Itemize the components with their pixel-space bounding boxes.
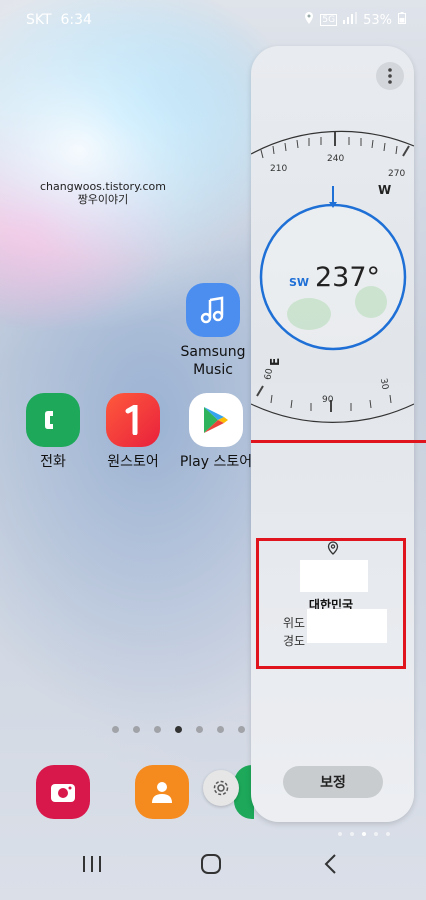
location-icon bbox=[304, 12, 314, 28]
page-dot[interactable] bbox=[238, 726, 245, 733]
music-note-icon bbox=[186, 283, 240, 337]
dial-label-210: 210 bbox=[270, 164, 287, 174]
playstore-icon bbox=[189, 393, 243, 447]
home-icon[interactable] bbox=[191, 844, 231, 884]
navigation-bar bbox=[0, 832, 426, 900]
app-onestore[interactable]: 원스토어 bbox=[96, 393, 170, 471]
dial-label-30: 30 bbox=[378, 378, 390, 391]
page-dot-active[interactable] bbox=[175, 726, 182, 733]
dial-label-240: 240 bbox=[327, 154, 344, 164]
direction-label: SW bbox=[289, 276, 309, 289]
status-right: 5G 53% bbox=[304, 12, 406, 28]
battery-icon bbox=[398, 12, 406, 28]
page-indicator bbox=[112, 726, 245, 733]
phone-icon bbox=[26, 393, 80, 447]
recents-icon[interactable] bbox=[72, 844, 112, 884]
cardinal-e: E bbox=[268, 358, 282, 366]
back-icon[interactable] bbox=[310, 844, 350, 884]
heading-value: 237° bbox=[315, 262, 380, 293]
compass-dial: 210 240 270 W 60 90 30 E SW 237° bbox=[251, 130, 414, 423]
highlight-line bbox=[251, 440, 426, 443]
gear-icon[interactable] bbox=[203, 770, 239, 806]
app-phone[interactable]: 전화 bbox=[16, 393, 90, 471]
page-dot[interactable] bbox=[112, 726, 119, 733]
status-bar: SKT 6:34 5G 53% bbox=[0, 0, 426, 40]
camera-app-icon[interactable] bbox=[36, 765, 90, 819]
dial-label-60: 60 bbox=[263, 368, 275, 381]
page-dot[interactable] bbox=[217, 726, 224, 733]
page-dot[interactable] bbox=[133, 726, 140, 733]
page-dot[interactable] bbox=[154, 726, 161, 733]
5g-icon: 5G bbox=[320, 14, 338, 26]
dial-label-90: 90 bbox=[322, 395, 334, 405]
calibrate-button[interactable]: 보정 bbox=[283, 766, 383, 798]
app-label: 전화 bbox=[40, 454, 66, 470]
signal-icon bbox=[343, 12, 358, 28]
highlight-box bbox=[256, 538, 406, 669]
contacts-app-icon[interactable] bbox=[135, 765, 189, 819]
app-label: Samsung Music bbox=[180, 344, 246, 378]
status-carrier-time: SKT 6:34 bbox=[26, 12, 92, 28]
dial-label-270: 270 bbox=[388, 169, 405, 179]
cardinal-w: W bbox=[378, 183, 391, 197]
page-dot[interactable] bbox=[196, 726, 203, 733]
app-playstore[interactable]: Play 스토어 bbox=[176, 393, 256, 471]
app-samsung-music[interactable]: Samsung Music bbox=[176, 283, 250, 379]
battery-percent: 53% bbox=[363, 12, 392, 28]
watermark: changwoos.tistory.com 짱우이야기 bbox=[40, 180, 166, 206]
app-label: Play 스토어 bbox=[179, 454, 253, 470]
compass-panel: 210 240 270 W 60 90 30 E SW 237° 보정 bbox=[251, 46, 414, 822]
onestore-icon bbox=[106, 393, 160, 447]
app-label: 원스토어 bbox=[107, 454, 159, 470]
